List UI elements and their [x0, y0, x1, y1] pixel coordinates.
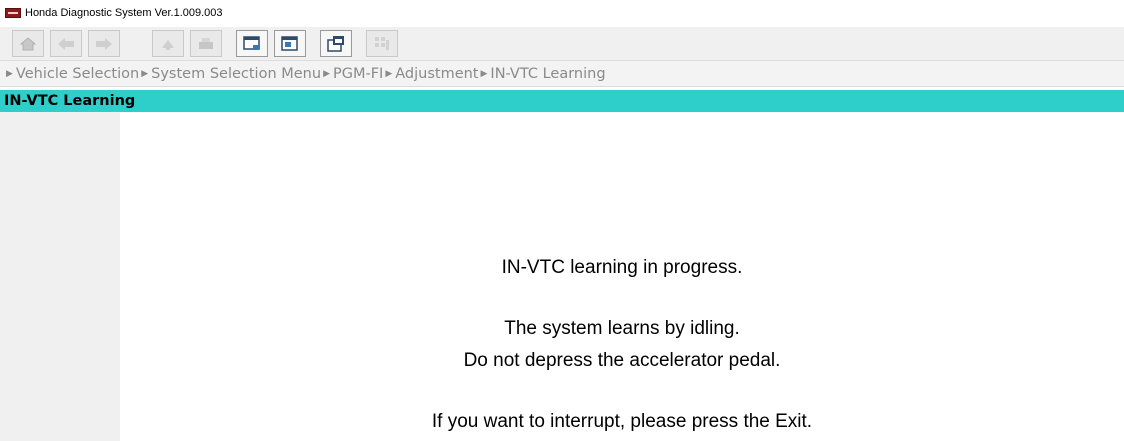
breadcrumb-separator-icon: ▶ — [141, 68, 149, 79]
instruction-message: The system learns by idling. — [504, 318, 740, 339]
title-bar: Honda Diagnostic System Ver.1.009.003 — [0, 0, 1124, 26]
page-title: IN-VTC Learning — [0, 90, 1124, 112]
home-button[interactable] — [12, 30, 44, 57]
window-button[interactable] — [274, 30, 306, 57]
window-title: Honda Diagnostic System Ver.1.009.003 — [25, 7, 223, 19]
app-icon — [5, 8, 21, 18]
breadcrumb-item[interactable]: Vehicle Selection — [16, 66, 139, 82]
exit-message: If you want to interrupt, please press t… — [431, 411, 813, 432]
breadcrumb-item: IN-VTC Learning — [490, 65, 606, 82]
print-button[interactable] — [190, 30, 222, 57]
settings-grid-icon — [375, 36, 389, 50]
printer-icon — [199, 37, 213, 49]
new-window-icon — [327, 35, 344, 52]
new-window-button[interactable] — [320, 30, 352, 57]
breadcrumb-item[interactable]: Adjustment — [395, 66, 478, 82]
home-icon — [19, 36, 37, 50]
breadcrumb-separator-icon: ▶ — [480, 68, 488, 79]
save-screen-icon — [243, 35, 260, 50]
breadcrumb-item[interactable]: PGM-FI — [333, 66, 383, 82]
warning-message: Do not depress the accelerator pedal. — [463, 350, 781, 371]
breadcrumb: ▶ Vehicle Selection ▶ System Selection M… — [0, 60, 1124, 87]
refresh-button[interactable] — [152, 30, 184, 57]
breadcrumb-separator-icon: ▶ — [6, 68, 13, 79]
refresh-icon — [162, 39, 174, 50]
left-panel — [0, 112, 120, 441]
settings-button[interactable] — [366, 30, 398, 57]
forward-button[interactable] — [88, 30, 120, 57]
back-button[interactable] — [50, 30, 82, 57]
breadcrumb-item[interactable]: System Selection Menu — [151, 66, 321, 82]
progress-message: IN-VTC learning in progress. — [501, 257, 743, 278]
back-arrow-icon — [58, 37, 74, 50]
window-icon — [281, 35, 298, 51]
breadcrumb-separator-icon: ▶ — [323, 68, 330, 79]
content-area: IN-VTC learning in progress. The system … — [120, 112, 1124, 441]
breadcrumb-separator-icon: ▶ — [385, 68, 393, 79]
save-screen-button[interactable] — [236, 30, 268, 57]
forward-arrow-icon — [96, 37, 112, 50]
toolbar — [0, 27, 1124, 60]
